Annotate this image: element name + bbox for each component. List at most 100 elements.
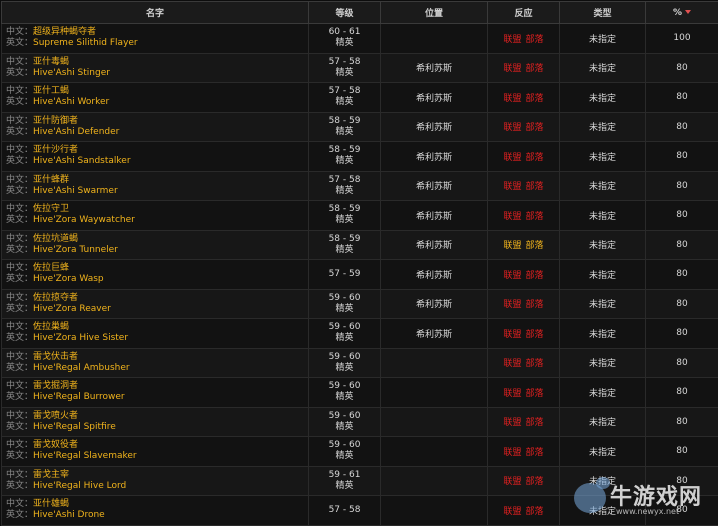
npc-en-name-link[interactable]: Hive'Ashi Stinger xyxy=(33,68,110,78)
npc-location-cell[interactable] xyxy=(381,437,488,467)
npc-location-link[interactable]: 希利苏斯 xyxy=(416,94,452,104)
table-row: 中文：雷戈掘洞者英文：Hive'Regal Burrower59 - 60精英联… xyxy=(2,378,718,408)
npc-location-link[interactable]: 希利苏斯 xyxy=(416,212,452,222)
npc-en-name-link[interactable]: Hive'Ashi Swarmer xyxy=(33,186,118,196)
npc-level: 57 - 59 xyxy=(309,269,380,280)
cn-label: 中文： xyxy=(6,440,33,450)
npc-location-link[interactable]: 希利苏斯 xyxy=(416,64,452,74)
npc-en-name-link[interactable]: Hive'Ashi Defender xyxy=(33,127,119,137)
column-header-level[interactable]: 等级 xyxy=(309,2,381,24)
npc-type-cell: 未指定 xyxy=(560,378,646,408)
reaction-horde: 部落 xyxy=(526,359,544,369)
npc-level: 57 - 58 xyxy=(309,86,380,97)
npc-rank: 精英 xyxy=(309,245,380,256)
npc-cn-name-link[interactable]: 雷戈伏击者 xyxy=(33,352,78,362)
column-header-type[interactable]: 类型 xyxy=(560,2,646,24)
npc-en-name-link[interactable]: Hive'Zora Hive Sister xyxy=(33,333,128,343)
column-header-name[interactable]: 名字 xyxy=(2,2,309,24)
npc-location-cell[interactable] xyxy=(381,496,488,526)
npc-cn-name-link[interactable]: 超级异种蝎夺者 xyxy=(33,27,96,37)
npc-cn-name-link[interactable]: 亚什沙行者 xyxy=(33,145,78,155)
cn-label: 中文： xyxy=(6,234,33,244)
npc-location-cell[interactable]: 希利苏斯 xyxy=(381,83,488,113)
npc-rank: 精英 xyxy=(309,38,380,49)
npc-location-cell[interactable] xyxy=(381,24,488,54)
npc-location-cell[interactable]: 希利苏斯 xyxy=(381,289,488,319)
npc-cn-name-link[interactable]: 亚什雄蝎 xyxy=(33,499,69,509)
npc-en-name-link[interactable]: Hive'Zora Tunneler xyxy=(33,245,118,255)
npc-type: 未指定 xyxy=(589,153,616,163)
column-header-percent[interactable]: % xyxy=(646,2,718,24)
npc-location-cell[interactable]: 希利苏斯 xyxy=(381,260,488,290)
npc-en-name-link[interactable]: Hive'Regal Spitfire xyxy=(33,422,116,432)
npc-en-name-link[interactable]: Hive'Zora Reaver xyxy=(33,304,111,314)
npc-cn-name-link[interactable]: 亚什蜂群 xyxy=(33,175,69,185)
column-header-location[interactable]: 位置 xyxy=(381,2,488,24)
npc-cn-name-link[interactable]: 雷戈主宰 xyxy=(33,470,69,480)
npc-level: 57 - 58 xyxy=(309,57,380,68)
npc-en-name-link[interactable]: Hive'Regal Hive Lord xyxy=(33,481,126,491)
npc-location-link[interactable]: 希利苏斯 xyxy=(416,153,452,163)
npc-location-cell[interactable]: 希利苏斯 xyxy=(381,171,488,201)
npc-en-name-link[interactable]: Hive'Ashi Worker xyxy=(33,97,109,107)
npc-percent-cell: 80 xyxy=(646,83,718,113)
sort-descending-icon[interactable] xyxy=(685,10,691,14)
column-header-reaction[interactable]: 反应 xyxy=(488,2,560,24)
npc-en-name-link[interactable]: Hive'Regal Slavemaker xyxy=(33,451,137,461)
npc-location-link[interactable]: 希利苏斯 xyxy=(416,182,452,192)
npc-level-cell: 57 - 59 xyxy=(309,260,381,290)
npc-location-cell[interactable] xyxy=(381,348,488,378)
npc-cn-name-link[interactable]: 佐拉巢蝎 xyxy=(33,322,69,332)
npc-location-link[interactable]: 希利苏斯 xyxy=(416,241,452,251)
npc-location-cell[interactable]: 希利苏斯 xyxy=(381,319,488,349)
npc-cn-name-link[interactable]: 亚什防御者 xyxy=(33,116,78,126)
npc-percent-cell: 80 xyxy=(646,289,718,319)
npc-type: 未指定 xyxy=(589,35,616,45)
npc-en-name-link[interactable]: Hive'Zora Waywatcher xyxy=(33,215,135,225)
npc-cn-name-link[interactable]: 亚什毒蝎 xyxy=(33,57,69,67)
npc-location-cell[interactable] xyxy=(381,466,488,496)
npc-cn-name-link[interactable]: 佐拉坑道蝎 xyxy=(33,234,78,244)
npc-en-name-link[interactable]: Hive'Regal Ambusher xyxy=(33,363,130,373)
npc-cn-name-link[interactable]: 雷戈喷火者 xyxy=(33,411,78,421)
npc-en-name-link[interactable]: Hive'Regal Burrower xyxy=(33,392,125,402)
reaction-horde: 部落 xyxy=(526,271,544,281)
npc-type-cell: 未指定 xyxy=(560,289,646,319)
npc-location-link[interactable]: 希利苏斯 xyxy=(416,123,452,133)
npc-location-cell[interactable] xyxy=(381,378,488,408)
npc-rank: 精英 xyxy=(309,422,380,433)
npc-location-cell[interactable]: 希利苏斯 xyxy=(381,230,488,260)
npc-location-cell[interactable]: 希利苏斯 xyxy=(381,201,488,231)
npc-location-cell[interactable]: 希利苏斯 xyxy=(381,53,488,83)
en-label: 英文： xyxy=(6,363,33,373)
npc-en-name-link[interactable]: Hive'Zora Wasp xyxy=(33,274,104,284)
npc-cn-name-link[interactable]: 佐拉掠夺者 xyxy=(33,293,78,303)
npc-location-cell[interactable] xyxy=(381,407,488,437)
cn-label: 中文： xyxy=(6,293,33,303)
npc-rank: 精英 xyxy=(309,333,380,344)
npc-cn-name-link[interactable]: 佐拉巨蜂 xyxy=(33,263,69,273)
npc-location-cell[interactable]: 希利苏斯 xyxy=(381,112,488,142)
npc-type: 未指定 xyxy=(589,212,616,222)
npc-location-link[interactable]: 希利苏斯 xyxy=(416,271,452,281)
npc-type: 未指定 xyxy=(589,507,616,517)
npc-rank: 精英 xyxy=(309,392,380,403)
table-row: 中文：亚什沙行者英文：Hive'Ashi Sandstalker58 - 59精… xyxy=(2,142,718,172)
npc-cn-name-link[interactable]: 佐拉守卫 xyxy=(33,204,69,214)
npc-cn-name-link[interactable]: 亚什工蝎 xyxy=(33,86,69,96)
npc-location-link[interactable]: 希利苏斯 xyxy=(416,300,452,310)
npc-rank: 精英 xyxy=(309,363,380,374)
npc-percent-cell: 80 xyxy=(646,496,718,526)
npc-cn-name-link[interactable]: 雷戈掘洞者 xyxy=(33,381,78,391)
npc-location-link[interactable]: 希利苏斯 xyxy=(416,330,452,340)
reaction-alliance: 联盟 xyxy=(503,64,521,74)
npc-en-name-link[interactable]: Supreme Silithid Flayer xyxy=(33,38,138,48)
cn-label: 中文： xyxy=(6,145,33,155)
npc-location-cell[interactable]: 希利苏斯 xyxy=(381,142,488,172)
cn-label: 中文： xyxy=(6,86,33,96)
npc-en-name-link[interactable]: Hive'Ashi Sandstalker xyxy=(33,156,131,166)
npc-en-name-link[interactable]: Hive'Ashi Drone xyxy=(33,510,105,520)
npc-rank: 精英 xyxy=(309,97,380,108)
en-label: 英文： xyxy=(6,422,33,432)
npc-cn-name-link[interactable]: 雷戈奴役者 xyxy=(33,440,78,450)
